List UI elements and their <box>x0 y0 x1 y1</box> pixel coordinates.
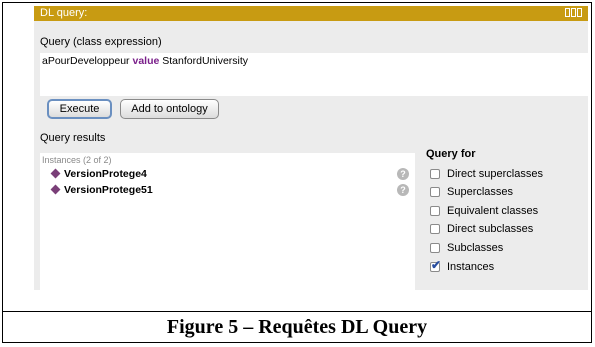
window-controls[interactable] <box>565 8 582 17</box>
option-direct-superclasses[interactable]: Direct superclasses <box>430 168 580 182</box>
help-icon[interactable]: ? <box>397 168 409 180</box>
option-direct-subclasses[interactable]: Direct subclasses <box>430 223 580 237</box>
panel-title: DL query: <box>40 7 88 19</box>
query-expression[interactable]: aPourDeveloppeur value StanfordUniversit… <box>42 55 248 67</box>
query-results-label: Query results <box>40 132 106 144</box>
query-keyword: value <box>132 55 160 67</box>
option-label: Superclasses <box>447 186 514 198</box>
query-input[interactable]: aPourDeveloppeur value StanfordUniversit… <box>40 53 588 96</box>
checkbox[interactable] <box>430 169 440 179</box>
checkbox[interactable]: ✔ <box>430 258 442 272</box>
results-header: Instances (2 of 2) <box>42 155 112 165</box>
option-label: Direct superclasses <box>447 168 543 180</box>
option-subclasses[interactable]: Subclasses <box>430 242 580 256</box>
result-name: VersionProtege4 <box>64 168 147 180</box>
individual-icon <box>50 168 61 179</box>
execute-button[interactable]: Execute <box>47 99 112 119</box>
dl-query-panel: DL query: Query (class expression) aPour… <box>34 6 588 290</box>
result-name: VersionProtege51 <box>64 184 153 196</box>
option-label: Direct subclasses <box>447 223 534 235</box>
option-instances[interactable]: ✔ Instances <box>430 258 580 275</box>
option-label: Subclasses <box>447 242 504 254</box>
individual-icon <box>50 184 61 195</box>
option-equivalent-classes[interactable]: Equivalent classes <box>430 205 580 219</box>
check-icon: ✔ <box>431 258 442 272</box>
results-list: Instances (2 of 2) VersionProtege4 ? Ver… <box>40 153 415 290</box>
window-control-icon[interactable] <box>577 8 582 17</box>
option-label: Instances <box>447 261 495 273</box>
figure-caption: Figure 5 – Requêtes DL Query <box>166 316 428 338</box>
query-property: aPourDeveloppeur <box>42 55 130 67</box>
checkbox[interactable] <box>430 206 440 216</box>
window-control-icon[interactable] <box>565 8 570 17</box>
checkbox[interactable] <box>430 224 440 234</box>
query-section-label: Query (class expression) <box>40 36 162 48</box>
option-label: Equivalent classes <box>447 205 539 217</box>
query-individual: StanfordUniversity <box>162 55 249 67</box>
query-for-label: Query for <box>426 148 476 160</box>
option-superclasses[interactable]: Superclasses <box>430 186 580 200</box>
panel-titlebar: DL query: <box>34 6 588 21</box>
add-to-ontology-button[interactable]: Add to ontology <box>120 99 219 119</box>
window-control-icon[interactable] <box>571 8 576 17</box>
result-row[interactable]: VersionProtege51 ? <box>40 183 415 198</box>
checkbox[interactable] <box>430 187 440 197</box>
help-icon[interactable]: ? <box>397 184 409 196</box>
checkbox[interactable] <box>430 243 440 253</box>
result-row[interactable]: VersionProtege4 ? <box>40 167 415 182</box>
